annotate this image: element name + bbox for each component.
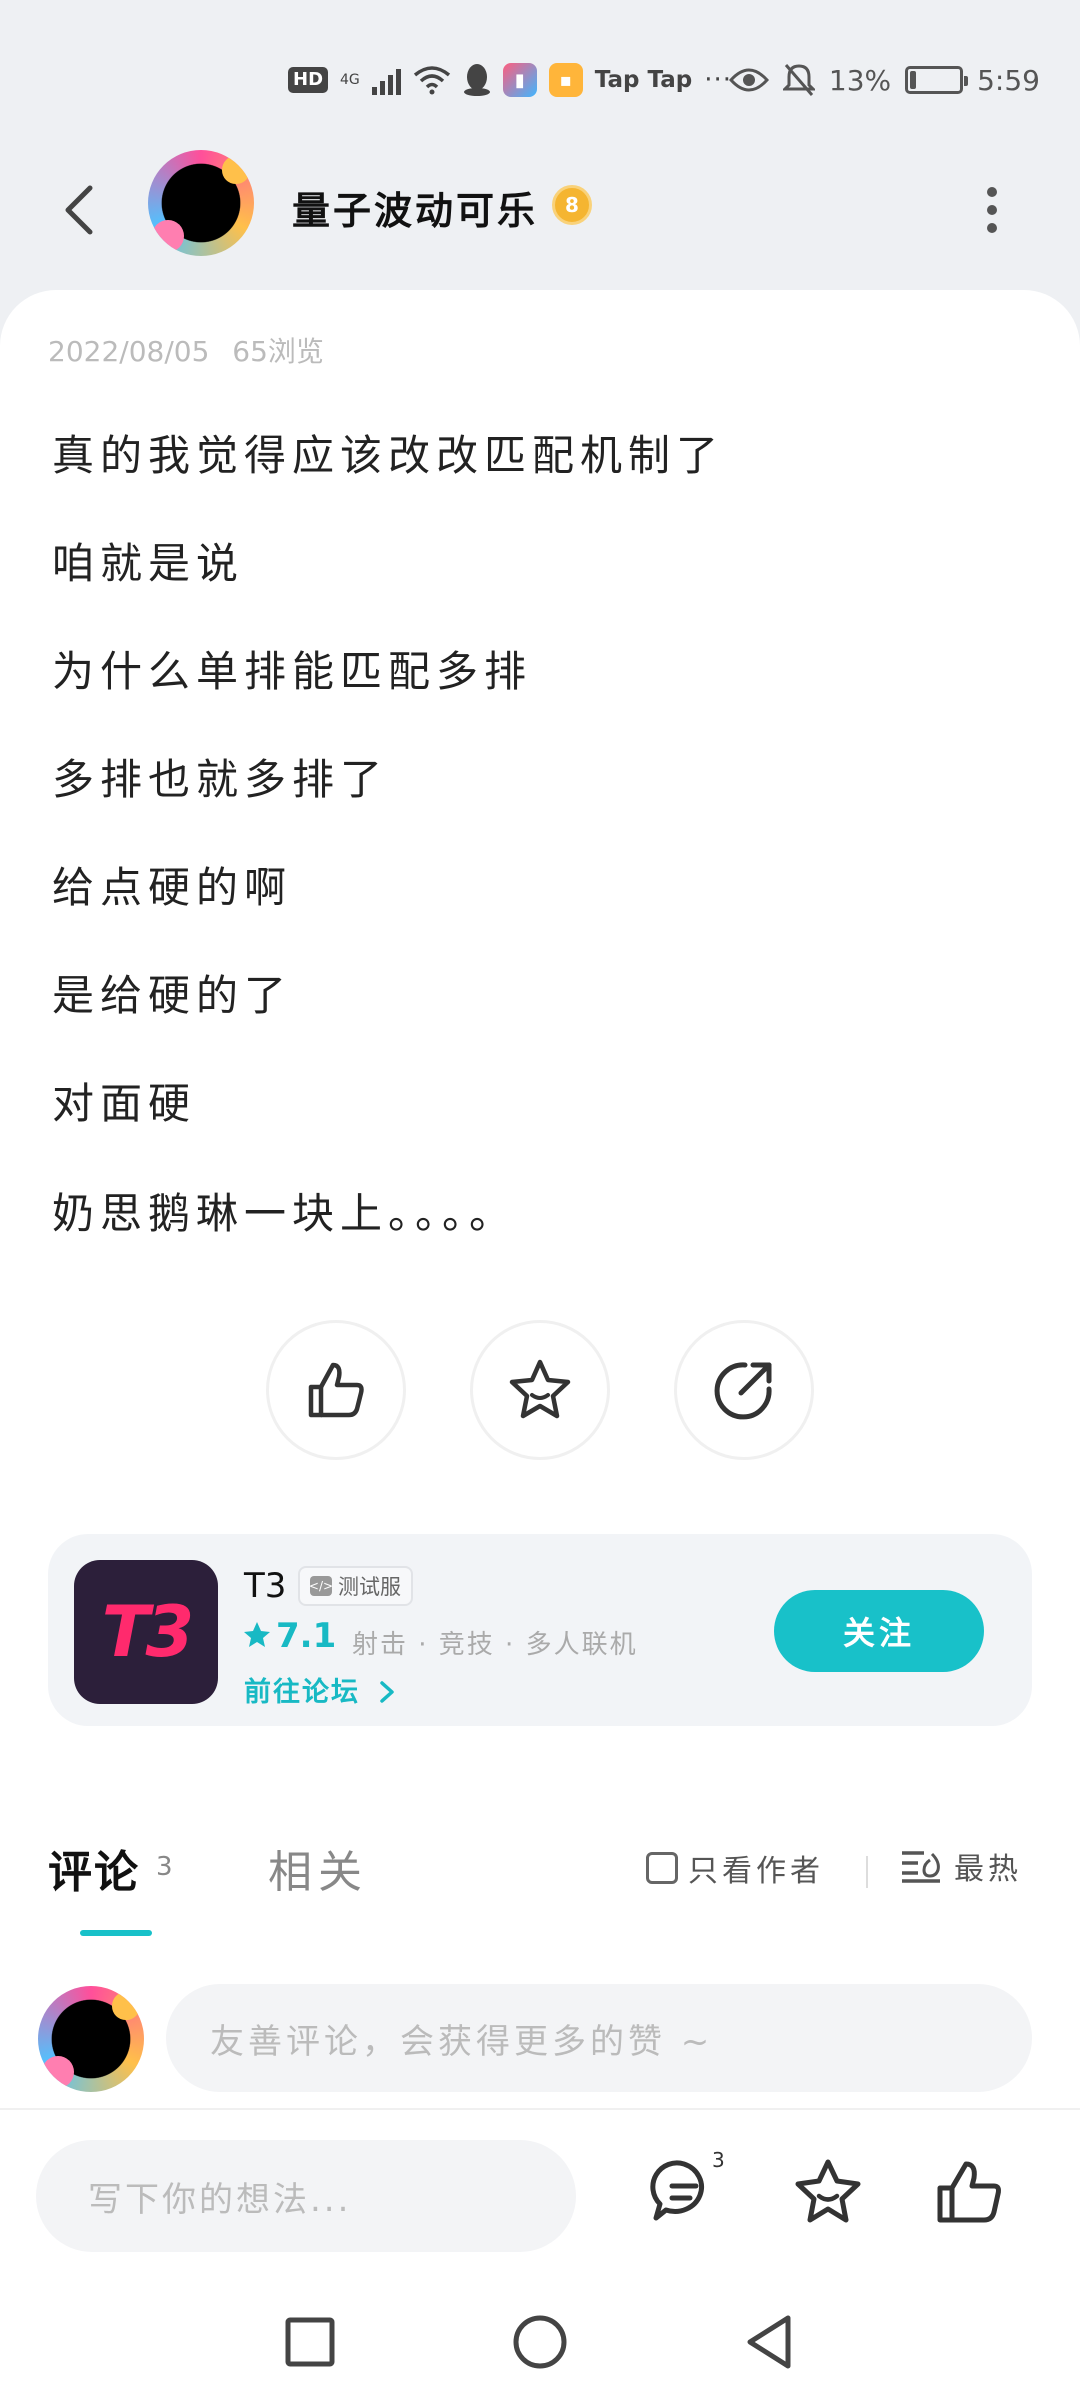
game-name[interactable]: T3 [244, 1566, 286, 1606]
back-icon[interactable] [56, 180, 104, 240]
like-icon[interactable] [934, 2156, 1006, 2228]
share-button[interactable] [674, 1320, 814, 1460]
game-icon[interactable]: T3 [74, 1560, 218, 1704]
write-comment-input[interactable]: 写下你的想法... [36, 2140, 576, 2252]
like-button[interactable] [266, 1320, 406, 1460]
author-only-toggle[interactable]: 只看作者 [646, 1846, 824, 1890]
qq-icon [463, 64, 490, 96]
favorite-button[interactable] [470, 1320, 610, 1460]
post-meta: 2022/08/05 65浏览 [48, 330, 324, 370]
post-text-line: 给点硬的啊 [52, 863, 293, 912]
comment-count: 3 [156, 1852, 173, 1882]
sort-hot-icon [902, 1851, 940, 1883]
post-text-line: 对面硬 [52, 1079, 197, 1128]
battery-icon [905, 66, 969, 94]
share-icon [714, 1362, 772, 1420]
game-tags: 射击 · 竞技 · 多人联机 [352, 1630, 638, 1660]
game-card[interactable]: T3 T3 </> 测试服 7.1 射击 · 竞技 · 多人联机 前往论坛 关注 [48, 1534, 1032, 1726]
triangle-back-nav-icon[interactable] [740, 2312, 800, 2372]
eye-icon [728, 68, 769, 92]
more-notifications: ··· [704, 65, 733, 95]
test-server-badge: </> 测试服 [298, 1566, 413, 1606]
hd-indicator: HD [288, 67, 329, 93]
status-left: HD 4G ▮ ▪ Tap Tap ··· [288, 58, 732, 102]
post-header: 量子波动可乐 8 [0, 150, 1080, 270]
post-text-line: 多排也就多排了 [52, 755, 389, 804]
app-notification-icon: ▪ [548, 63, 583, 97]
chevron-right-icon [380, 1681, 395, 1703]
circle-nav-icon[interactable] [510, 2312, 570, 2372]
follow-button[interactable]: 关注 [774, 1590, 984, 1672]
active-tab-indicator [80, 1930, 152, 1936]
level-badge: 8 [552, 185, 592, 225]
tab-comments[interactable]: 评论 [48, 1836, 140, 1900]
clock: 5:59 [977, 63, 1040, 97]
author-avatar[interactable] [148, 150, 254, 256]
post-card: 2022/08/05 65浏览 真的我觉得应该改改匹配机制了 咱就是说 为什么单… [0, 290, 1080, 1790]
forum-link[interactable]: 前往论坛 [244, 1670, 397, 1709]
more-vertical-icon[interactable] [980, 180, 1004, 240]
game-rating: 7.1 [276, 1616, 337, 1656]
comment-input[interactable]: 友善评论，会获得更多的赞 ~ [166, 1984, 1032, 2092]
system-nav-bar [0, 2290, 1080, 2400]
status-right: 13% 5:59 [728, 58, 1040, 102]
status-bar: HD 4G ▮ ▪ Tap Tap ··· 13% 5:59 [0, 0, 1080, 160]
divider [866, 1856, 868, 1888]
code-icon: </> [309, 1576, 333, 1596]
signal-icon [371, 65, 401, 95]
mute-bell-icon [782, 64, 815, 96]
post-date: 2022/08/05 [48, 335, 210, 368]
wifi-icon [413, 66, 450, 95]
author-name[interactable]: 量子波动可乐 [292, 180, 538, 235]
square-nav-icon[interactable] [280, 2312, 340, 2372]
star-icon [509, 1359, 571, 1419]
post-text-line: 真的我觉得应该改改匹配机制了 [52, 431, 725, 480]
sort-label: 最热 [954, 1852, 1022, 1887]
like-icon [308, 1362, 364, 1418]
author-only-checkbox[interactable] [646, 1852, 678, 1884]
sort-button[interactable]: 最热 [900, 1844, 1022, 1888]
tab-related[interactable]: 相关 [268, 1836, 368, 1900]
my-avatar [38, 1986, 144, 2092]
battery-percent: 13% [828, 63, 892, 97]
post-text-line: 为什么单排能匹配多排 [52, 647, 533, 696]
author-only-label: 只看作者 [688, 1854, 824, 1889]
comment-icon[interactable] [648, 2156, 720, 2228]
network-type: 4G [340, 72, 360, 88]
post-text-line: 奶思鹅琳一块上。。。。 [52, 1189, 518, 1238]
app-notification-icon: ▮ [502, 63, 537, 97]
taptap-notification: Tap Tap [594, 67, 693, 93]
rating-star-icon [244, 1622, 270, 1647]
post-text-line: 咱就是说 [52, 539, 245, 588]
star-icon[interactable] [792, 2156, 864, 2228]
post-views: 65浏览 [232, 335, 324, 368]
comment-badge-count: 3 [712, 2148, 725, 2172]
post-text-line: 是给硬的了 [52, 971, 293, 1020]
battery-level [910, 71, 917, 89]
comment-section: 评论 3 相关 只看作者 最热 友善评论，会获得更多的赞 ~ [0, 1790, 1080, 2110]
